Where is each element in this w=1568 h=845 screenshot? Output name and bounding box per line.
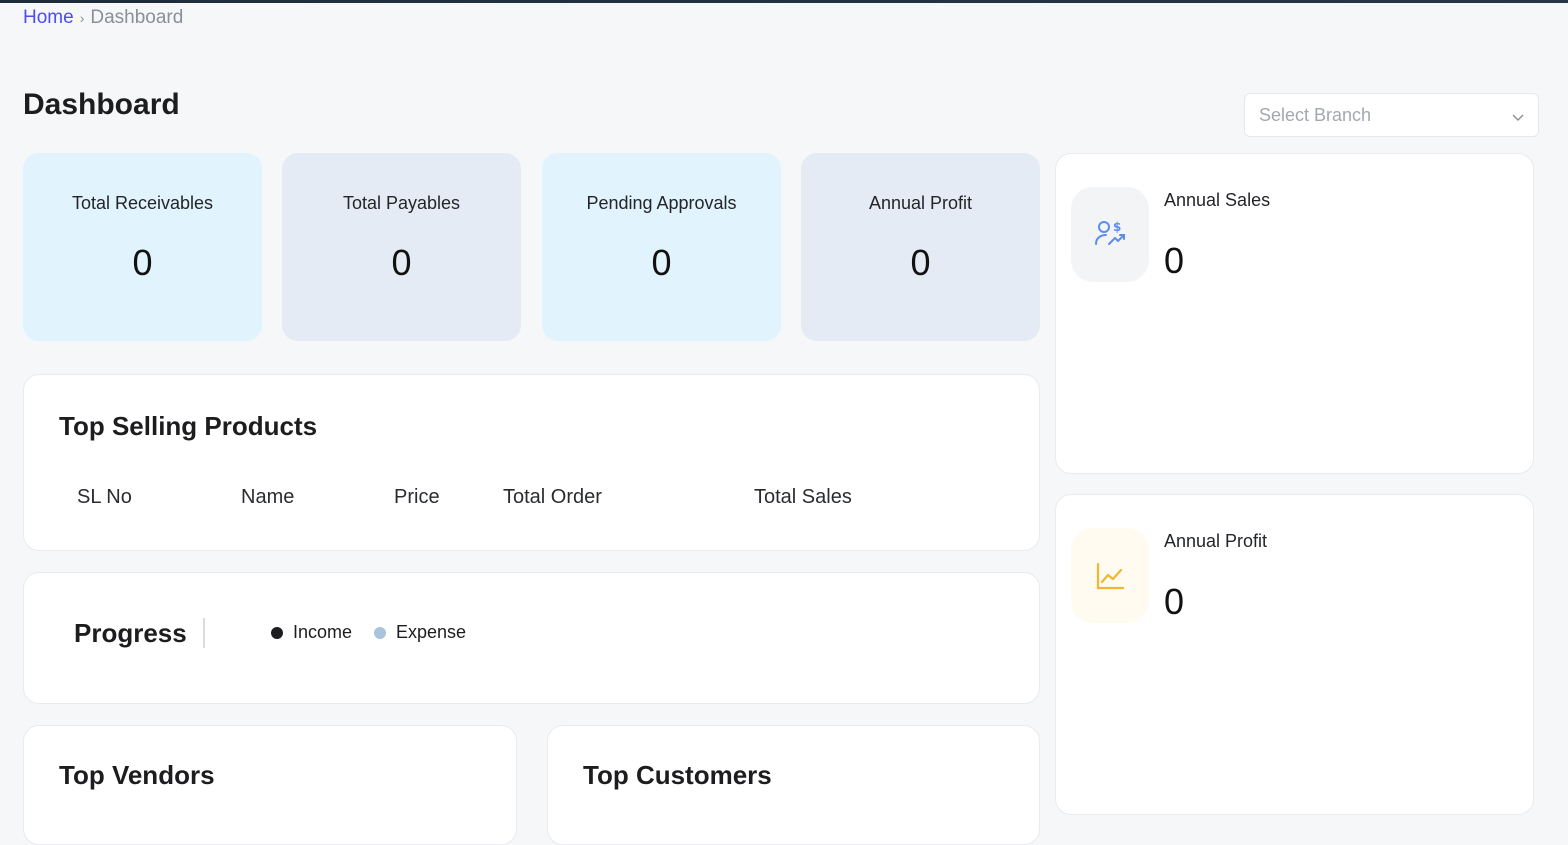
branch-select-placeholder: Select Branch bbox=[1259, 104, 1372, 125]
legend-item-income[interactable]: Income bbox=[271, 622, 352, 643]
chevron-down-icon bbox=[1512, 114, 1524, 121]
legend-item-expense[interactable]: Expense bbox=[374, 622, 466, 643]
annual-profit-value: 0 bbox=[1164, 581, 1185, 622]
stat-card-pending-approvals[interactable]: Pending Approvals 0 bbox=[542, 153, 781, 341]
top-customers-title: Top Customers bbox=[583, 760, 772, 790]
annual-sales-label: Annual Sales bbox=[1164, 190, 1271, 210]
svg-text:$: $ bbox=[1113, 220, 1121, 234]
column-header-total-sales: Total Sales bbox=[754, 486, 852, 508]
top-selling-products-title: Top Selling Products bbox=[59, 411, 318, 441]
breadcrumb: Home › Dashboard bbox=[23, 7, 183, 29]
progress-divider bbox=[203, 618, 205, 648]
stat-value: 0 bbox=[391, 242, 412, 283]
column-header-name: Name bbox=[241, 486, 295, 508]
branch-select[interactable]: Select Branch bbox=[1244, 93, 1539, 137]
annual-profit-icon-wrap bbox=[1071, 528, 1149, 623]
stat-label: Total Payables bbox=[342, 193, 461, 213]
income-dot bbox=[271, 626, 283, 639]
stat-value: 0 bbox=[651, 242, 672, 283]
stat-card-annual-profit[interactable]: Annual Profit 0 bbox=[801, 153, 1040, 341]
breadcrumb-separator: › bbox=[79, 10, 85, 26]
progress-title: Progress bbox=[74, 618, 187, 648]
legend-label: Income bbox=[293, 622, 353, 642]
column-header-price: Price bbox=[394, 486, 440, 508]
top-accent-line bbox=[0, 0, 1568, 3]
annual-profit-label: Annual Profit bbox=[1164, 531, 1268, 551]
stat-label: Total Receivables bbox=[71, 193, 214, 213]
user-dollar-icon: $ bbox=[1095, 220, 1125, 245]
stat-value: 0 bbox=[132, 242, 153, 283]
expense-dot bbox=[374, 626, 386, 639]
stat-value: 0 bbox=[910, 242, 931, 283]
top-vendors-title: Top Vendors bbox=[59, 760, 215, 790]
top-selling-products-panel bbox=[23, 374, 1040, 551]
stat-label: Annual Profit bbox=[868, 193, 973, 213]
annual-sales-icon-wrap: $ bbox=[1071, 187, 1149, 282]
trend-chart-icon bbox=[1096, 562, 1125, 589]
annual-sales-value: 0 bbox=[1164, 240, 1185, 281]
stat-label: Pending Approvals bbox=[586, 193, 737, 213]
column-header-total-order: Total Order bbox=[503, 486, 602, 508]
stat-card-total-payables[interactable]: Total Payables 0 bbox=[282, 153, 521, 341]
page-title: Dashboard bbox=[23, 88, 180, 121]
breadcrumb-current: Dashboard bbox=[90, 7, 184, 28]
breadcrumb-home-link[interactable]: Home bbox=[23, 7, 74, 29]
column-header-sl-no: SL No bbox=[77, 486, 132, 508]
stat-card-total-receivables[interactable]: Total Receivables 0 bbox=[23, 153, 262, 341]
legend-label: Expense bbox=[396, 622, 467, 642]
